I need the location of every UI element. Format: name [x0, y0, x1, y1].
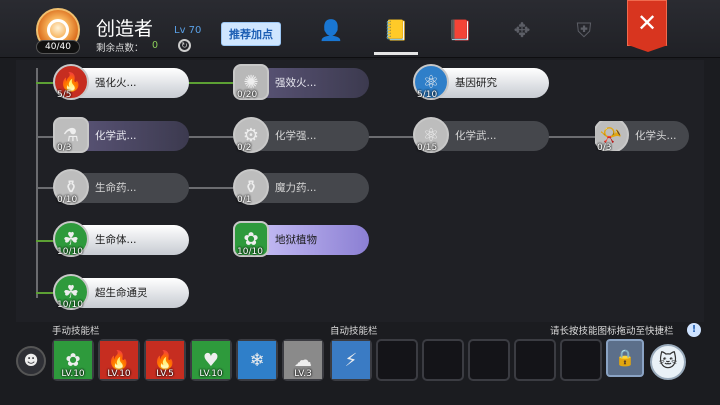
skill-count: 10/10	[237, 247, 263, 257]
manual-skill-slot[interactable]: ❄	[236, 339, 278, 381]
tree-trunk-line	[36, 68, 38, 298]
contact-book-icon: 📒	[383, 18, 409, 42]
skill-count: 0/2	[237, 143, 252, 153]
skill-node[interactable]: 基因研究 ⚛ 5/10	[413, 64, 549, 100]
skill-node[interactable]: 化学武... ⚗ 0/3	[53, 117, 189, 153]
skill-count: 0/3	[597, 143, 612, 151]
remaining-points-value: 0	[152, 40, 159, 51]
skill-node[interactable]: 魔力药... ⚱ 0/1	[233, 169, 369, 205]
skill-count: 0/1	[237, 195, 252, 205]
manual-skill-slot[interactable]: ☁ LV.3	[282, 339, 324, 381]
auto-skill-slot-empty[interactable]	[468, 339, 510, 381]
skill-node[interactable]: 强化火... 🔥 5/5	[53, 64, 189, 100]
skill-node[interactable]: 强效火... ✺ 0/20	[233, 64, 369, 100]
ice-burst-icon: ❄	[238, 341, 276, 379]
manual-skill-bar-label: 手动技能栏	[52, 326, 100, 337]
user-star-icon: 👤	[318, 18, 344, 42]
skill-count: 0/15	[417, 143, 438, 153]
manual-skill-slot[interactable]: ♥ LV.10	[190, 339, 232, 381]
connector	[186, 187, 238, 189]
winged-shield-icon: ⛨	[576, 18, 592, 42]
manual-skill-slot[interactable]: 🔥 LV.5	[144, 339, 186, 381]
refresh-icon[interactable]: ↻	[178, 39, 191, 52]
connector	[186, 136, 238, 138]
pet-face-icon: ☻	[23, 353, 39, 369]
recommend-points-button[interactable]: 推荐加点	[221, 22, 281, 46]
auto-skill-slot-empty[interactable]	[560, 339, 602, 381]
pet-avatar-left[interactable]: ☻	[16, 346, 46, 376]
close-icon: ✕	[636, 9, 658, 37]
connector	[366, 136, 418, 138]
close-button[interactable]: ✕	[627, 0, 668, 52]
character-tab[interactable]: 👤	[313, 18, 349, 48]
manual-skill-slot[interactable]: 🔥 LV.10	[98, 339, 140, 381]
cat-face-icon: 🐱	[658, 351, 678, 372]
lock-icon: 🔒	[615, 348, 635, 367]
cross-arrows-icon: ✥	[513, 18, 531, 42]
hp-indicator: 40/40	[36, 40, 80, 54]
manual-skill-slot[interactable]: ✿ LV.10	[52, 339, 94, 381]
locked-slot[interactable]: 🔒	[606, 339, 644, 377]
info-icon[interactable]: !	[687, 323, 701, 337]
skill-count: 10/10	[57, 300, 83, 310]
skill-node[interactable]: 地狱植物 ✿ 10/10	[233, 221, 369, 257]
book-tab[interactable]: 📕	[442, 18, 478, 48]
skill-node[interactable]: 化学头... 📯 0/3	[595, 121, 689, 151]
slot-level: LV.10	[199, 369, 223, 379]
skill-count: 5/5	[57, 90, 72, 100]
skill-count: 0/10	[57, 195, 78, 205]
remaining-points-label: 剩余点数：	[96, 43, 144, 54]
lightning-strike-icon: ⚡	[332, 341, 370, 379]
move-tab[interactable]: ✥	[504, 18, 540, 48]
skill-node[interactable]: 化学强... ⚙ 0/2	[233, 117, 369, 153]
book-icon: 📕	[447, 18, 473, 42]
slot-level: LV.3	[294, 369, 312, 379]
skill-node[interactable]: 化学武... ⚛ 0/15	[413, 117, 549, 153]
skill-node[interactable]: 超生命通灵 ☘ 10/10	[53, 274, 189, 310]
auto-skill-slot-empty[interactable]	[514, 339, 556, 381]
pet-avatar-right[interactable]: 🐱	[650, 344, 686, 380]
drag-hint-text: 请长按技能图标拖动至快捷栏	[550, 326, 674, 337]
auto-skill-slot[interactable]: ⚡	[330, 339, 372, 381]
skill-count: 10/10	[57, 247, 83, 257]
connector	[186, 82, 238, 84]
character-name: 创造者	[96, 18, 154, 40]
tab-selected-indicator	[374, 52, 418, 55]
skill-count: 5/10	[417, 90, 438, 100]
guild-tab[interactable]: ⛨	[566, 18, 602, 48]
slot-level: LV.10	[61, 369, 85, 379]
skill-node[interactable]: 生命药... ⚱ 0/10	[53, 169, 189, 205]
skill-node[interactable]: 生命体... ☘ 10/10	[53, 221, 189, 257]
connector	[546, 136, 598, 138]
auto-skill-slot-empty[interactable]	[376, 339, 418, 381]
avatar-emblem-icon	[47, 19, 69, 41]
auto-skill-bar-label: 自动技能栏	[330, 326, 378, 337]
skills-tab[interactable]: 📒	[378, 18, 414, 48]
character-level: Lv 70	[174, 25, 202, 36]
slot-level: LV.10	[107, 369, 131, 379]
skill-count: 0/3	[57, 143, 72, 153]
slot-level: LV.5	[156, 369, 174, 379]
skill-count: 0/20	[237, 90, 258, 100]
auto-skill-slot-empty[interactable]	[422, 339, 464, 381]
